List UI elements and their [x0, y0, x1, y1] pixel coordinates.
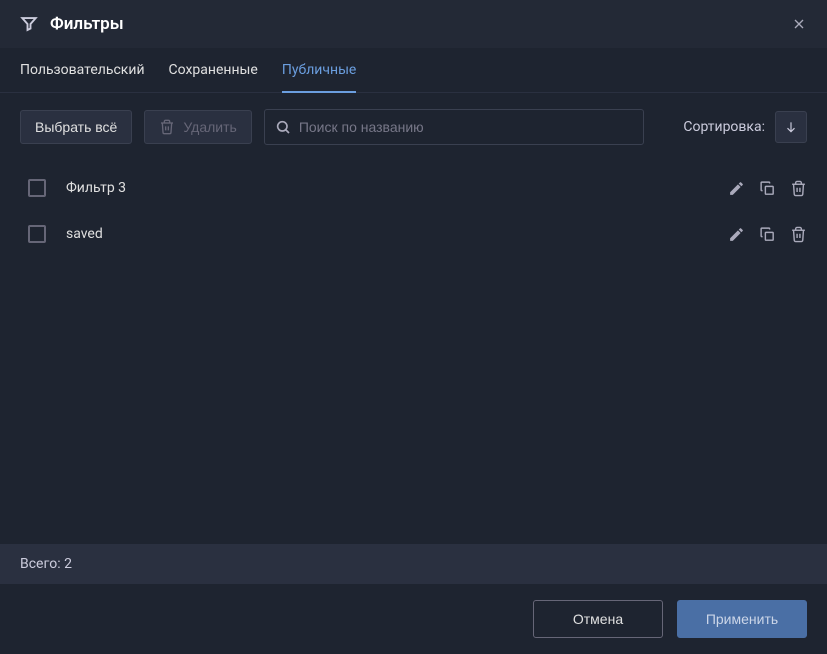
item-name: saved	[66, 226, 708, 242]
footer-status: Всего: 2	[0, 544, 827, 584]
cancel-label: Отмена	[573, 611, 623, 627]
sort-label: Сортировка:	[683, 119, 765, 135]
item-name: Фильтр 3	[66, 180, 708, 196]
filter-list: Фильтр 3	[0, 161, 827, 544]
tab-saved[interactable]: Сохраненные	[169, 48, 258, 92]
header-left: Фильтры	[20, 14, 124, 34]
filter-icon	[20, 15, 38, 33]
select-all-button[interactable]: Выбрать всё	[20, 110, 132, 144]
filters-dialog: Фильтры Пользовательский Сохраненные Пуб…	[0, 0, 827, 654]
sort-group: Сортировка:	[683, 111, 807, 143]
copy-button[interactable]	[759, 226, 776, 243]
delete-label: Удалить	[183, 119, 236, 135]
dialog-header: Фильтры	[0, 0, 827, 48]
copy-button[interactable]	[759, 180, 776, 197]
delete-item-button[interactable]	[790, 180, 807, 197]
search-icon	[275, 119, 291, 135]
close-button[interactable]	[791, 16, 807, 32]
toolbar: Выбрать всё Удалить С	[0, 93, 827, 161]
item-checkbox[interactable]	[28, 225, 46, 243]
total-count: Всего: 2	[20, 556, 72, 572]
delete-button[interactable]: Удалить	[144, 110, 251, 144]
search-box	[264, 109, 644, 145]
list-item: Фильтр 3	[10, 165, 817, 211]
apply-label: Применить	[706, 611, 778, 627]
edit-button[interactable]	[728, 180, 745, 197]
dialog-title: Фильтры	[50, 14, 124, 34]
item-checkbox[interactable]	[28, 179, 46, 197]
apply-button[interactable]: Применить	[677, 600, 807, 638]
tab-public[interactable]: Публичные	[282, 48, 357, 92]
item-actions	[728, 226, 807, 243]
cancel-button[interactable]: Отмена	[533, 600, 663, 638]
sort-direction-button[interactable]	[775, 111, 807, 143]
edit-button[interactable]	[728, 226, 745, 243]
select-all-label: Выбрать всё	[35, 119, 117, 135]
tabs: Пользовательский Сохраненные Публичные	[0, 48, 827, 93]
arrow-down-icon	[784, 120, 798, 134]
footer-buttons: Отмена Применить	[0, 584, 827, 654]
trash-icon	[159, 119, 175, 135]
list-item: saved	[10, 211, 817, 257]
item-actions	[728, 180, 807, 197]
search-input[interactable]	[291, 110, 633, 144]
delete-item-button[interactable]	[790, 226, 807, 243]
tab-custom[interactable]: Пользовательский	[20, 48, 145, 92]
